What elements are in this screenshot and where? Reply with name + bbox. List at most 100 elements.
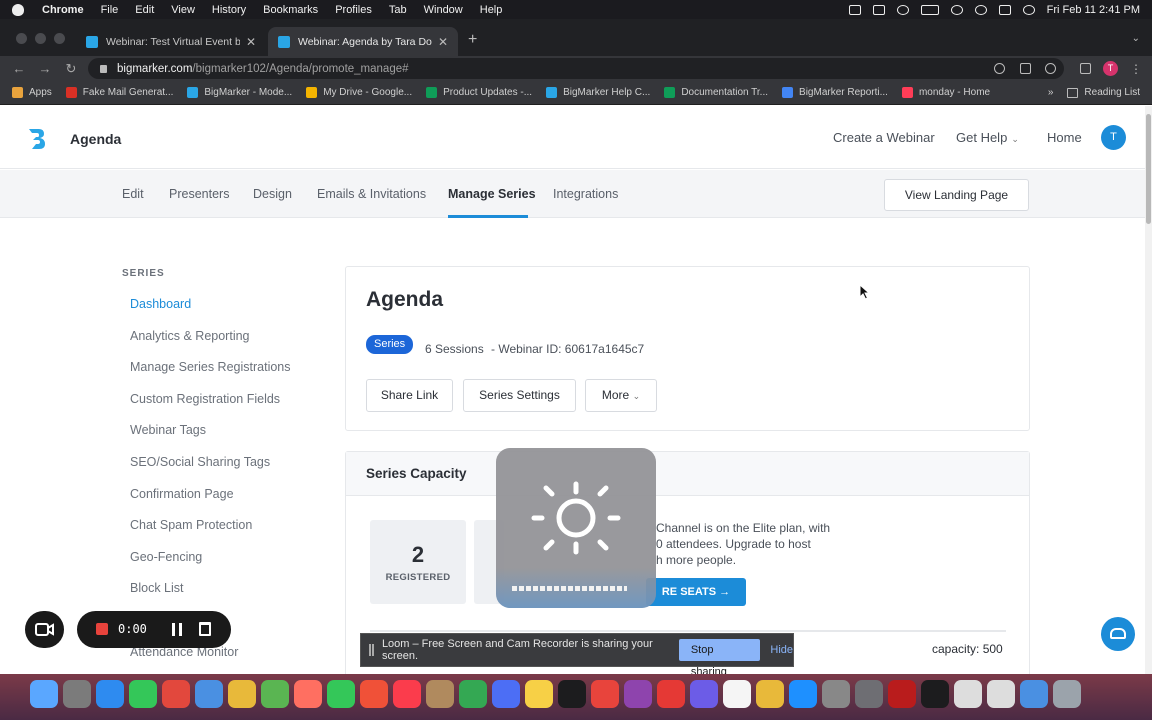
sidebar-item-webinar-tags[interactable]: Webinar Tags: [130, 423, 206, 437]
sidebar-item-registrations[interactable]: Manage Series Registrations: [130, 360, 291, 374]
tab-presenters[interactable]: Presenters: [169, 187, 229, 201]
sidebar-item-chat-spam[interactable]: Chat Spam Protection: [130, 518, 252, 532]
dock-app-icon[interactable]: [1053, 680, 1081, 708]
view-landing-page-button[interactable]: View Landing Page: [884, 179, 1029, 211]
stop-sharing-button[interactable]: Stop sharing: [678, 639, 761, 678]
new-tab-icon[interactable]: +: [468, 31, 477, 49]
dock-app-icon[interactable]: [525, 680, 553, 708]
close-tab-icon[interactable]: ✕: [246, 35, 256, 49]
menu-bookmarks[interactable]: Bookmarks: [263, 4, 318, 16]
dock-app-icon[interactable]: [954, 680, 982, 708]
dock-app-icon[interactable]: [228, 680, 256, 708]
dock-app-icon[interactable]: [63, 680, 91, 708]
bookmark-item[interactable]: BigMarker - Mode...: [187, 87, 292, 98]
page-scrollbar[interactable]: [1145, 106, 1152, 674]
dock-app-icon[interactable]: [459, 680, 487, 708]
close-window-button[interactable]: [16, 33, 27, 44]
create-webinar-link[interactable]: Create a Webinar: [833, 130, 935, 145]
menu-file[interactable]: File: [101, 4, 119, 16]
dock-app-icon[interactable]: [1020, 680, 1048, 708]
stop-recording-button[interactable]: [96, 623, 108, 635]
trash-icon[interactable]: [199, 622, 211, 636]
dock-app-icon[interactable]: [162, 680, 190, 708]
tab-integrations[interactable]: Integrations: [553, 187, 618, 201]
user-avatar[interactable]: T: [1101, 125, 1126, 150]
menu-tab[interactable]: Tab: [389, 4, 407, 16]
hide-banner-button[interactable]: Hide: [770, 644, 793, 656]
tab-manage-series[interactable]: Manage Series: [448, 187, 536, 201]
dock-app-icon[interactable]: [426, 680, 454, 708]
menu-help[interactable]: Help: [480, 4, 503, 16]
spotlight-icon[interactable]: [974, 4, 987, 15]
chrome-profile-avatar[interactable]: T: [1103, 61, 1118, 76]
dock-app-icon[interactable]: [756, 680, 784, 708]
dock-app-icon[interactable]: [624, 680, 652, 708]
close-tab-icon[interactable]: ✕: [438, 35, 448, 49]
menubar-clock[interactable]: Fri Feb 11 2:41 PM: [1047, 4, 1140, 16]
more-seats-button[interactable]: RE SEATS →: [646, 578, 746, 606]
control-center-icon[interactable]: [998, 4, 1011, 15]
bookmark-item[interactable]: Product Updates -...: [426, 87, 532, 98]
dock-app-icon[interactable]: [558, 680, 586, 708]
more-dropdown-button[interactable]: More ⌄: [585, 379, 657, 412]
dock-app-icon[interactable]: [888, 680, 916, 708]
grid-icon[interactable]: [872, 4, 885, 15]
loom-camera-button[interactable]: [25, 611, 64, 648]
bookmark-item[interactable]: Fake Mail Generat...: [65, 87, 173, 98]
bookmark-item[interactable]: BigMarker Reporti...: [782, 87, 888, 98]
menu-app[interactable]: Chrome: [42, 4, 84, 16]
tab-search-icon[interactable]: ⌄: [1132, 33, 1140, 44]
bookmark-item[interactable]: My Drive - Google...: [306, 87, 412, 98]
back-icon[interactable]: ←: [12, 61, 26, 76]
battery-icon[interactable]: [920, 4, 939, 15]
microphone-icon[interactable]: [994, 63, 1005, 74]
home-link[interactable]: Home: [1047, 130, 1082, 145]
dock-app-icon[interactable]: [30, 680, 58, 708]
dock-app-icon[interactable]: [195, 680, 223, 708]
forward-icon[interactable]: →: [38, 61, 52, 76]
tab-edit[interactable]: Edit: [122, 187, 144, 201]
dock-app-icon[interactable]: [690, 680, 718, 708]
drag-handle-icon[interactable]: [369, 644, 374, 656]
dock-app-icon[interactable]: [921, 680, 949, 708]
browser-tab-1[interactable]: Webinar: Test Virtual Event by ✕: [76, 27, 266, 56]
minimize-window-button[interactable]: [35, 33, 46, 44]
chrome-menu-icon[interactable]: ⋮: [1130, 62, 1142, 76]
get-help-menu[interactable]: Get Help ⌄: [956, 130, 1019, 145]
bookmark-item[interactable]: Apps: [12, 87, 52, 98]
sidebar-item-seo-tags[interactable]: SEO/Social Sharing Tags: [130, 455, 270, 469]
zoom-window-button[interactable]: [54, 33, 65, 44]
dock-app-icon[interactable]: [360, 680, 388, 708]
share-icon[interactable]: [1020, 63, 1031, 74]
dock-app-icon[interactable]: [96, 680, 124, 708]
wifi-icon[interactable]: [950, 4, 963, 15]
series-settings-button[interactable]: Series Settings: [463, 379, 576, 412]
apple-icon[interactable]: [12, 3, 24, 16]
share-link-button[interactable]: Share Link: [366, 379, 453, 412]
browser-tab-2[interactable]: Webinar: Agenda by Tara Dove ✕: [268, 27, 458, 56]
dock-app-icon[interactable]: [393, 680, 421, 708]
menu-view[interactable]: View: [171, 4, 195, 16]
reading-list-button[interactable]: Reading List: [1067, 87, 1140, 98]
dock-app-icon[interactable]: [855, 680, 883, 708]
lock-icon[interactable]: [100, 64, 107, 73]
menu-history[interactable]: History: [212, 4, 246, 16]
pause-icon[interactable]: [172, 623, 182, 636]
siri-icon[interactable]: [1022, 4, 1035, 15]
sidebar-item-custom-fields[interactable]: Custom Registration Fields: [130, 392, 280, 406]
extensions-icon[interactable]: [1080, 63, 1091, 74]
address-bar[interactable]: bigmarker.com/bigmarker102/Agenda/promot…: [88, 58, 1064, 79]
dock-app-icon[interactable]: [129, 680, 157, 708]
tab-emails-invitations[interactable]: Emails & Invitations: [317, 187, 426, 201]
sidebar-item-block-list[interactable]: Block List: [130, 581, 184, 595]
dock-app-icon[interactable]: [591, 680, 619, 708]
dock-app-icon[interactable]: [492, 680, 520, 708]
menu-window[interactable]: Window: [424, 4, 463, 16]
dropbox-icon[interactable]: [848, 4, 861, 15]
support-chat-button[interactable]: [1101, 617, 1135, 651]
reload-icon[interactable]: ↻: [64, 61, 78, 77]
dock-app-icon[interactable]: [657, 680, 685, 708]
bookmark-star-icon[interactable]: [1045, 63, 1056, 74]
sidebar-item-dashboard[interactable]: Dashboard: [130, 297, 191, 311]
menu-profiles[interactable]: Profiles: [335, 4, 372, 16]
